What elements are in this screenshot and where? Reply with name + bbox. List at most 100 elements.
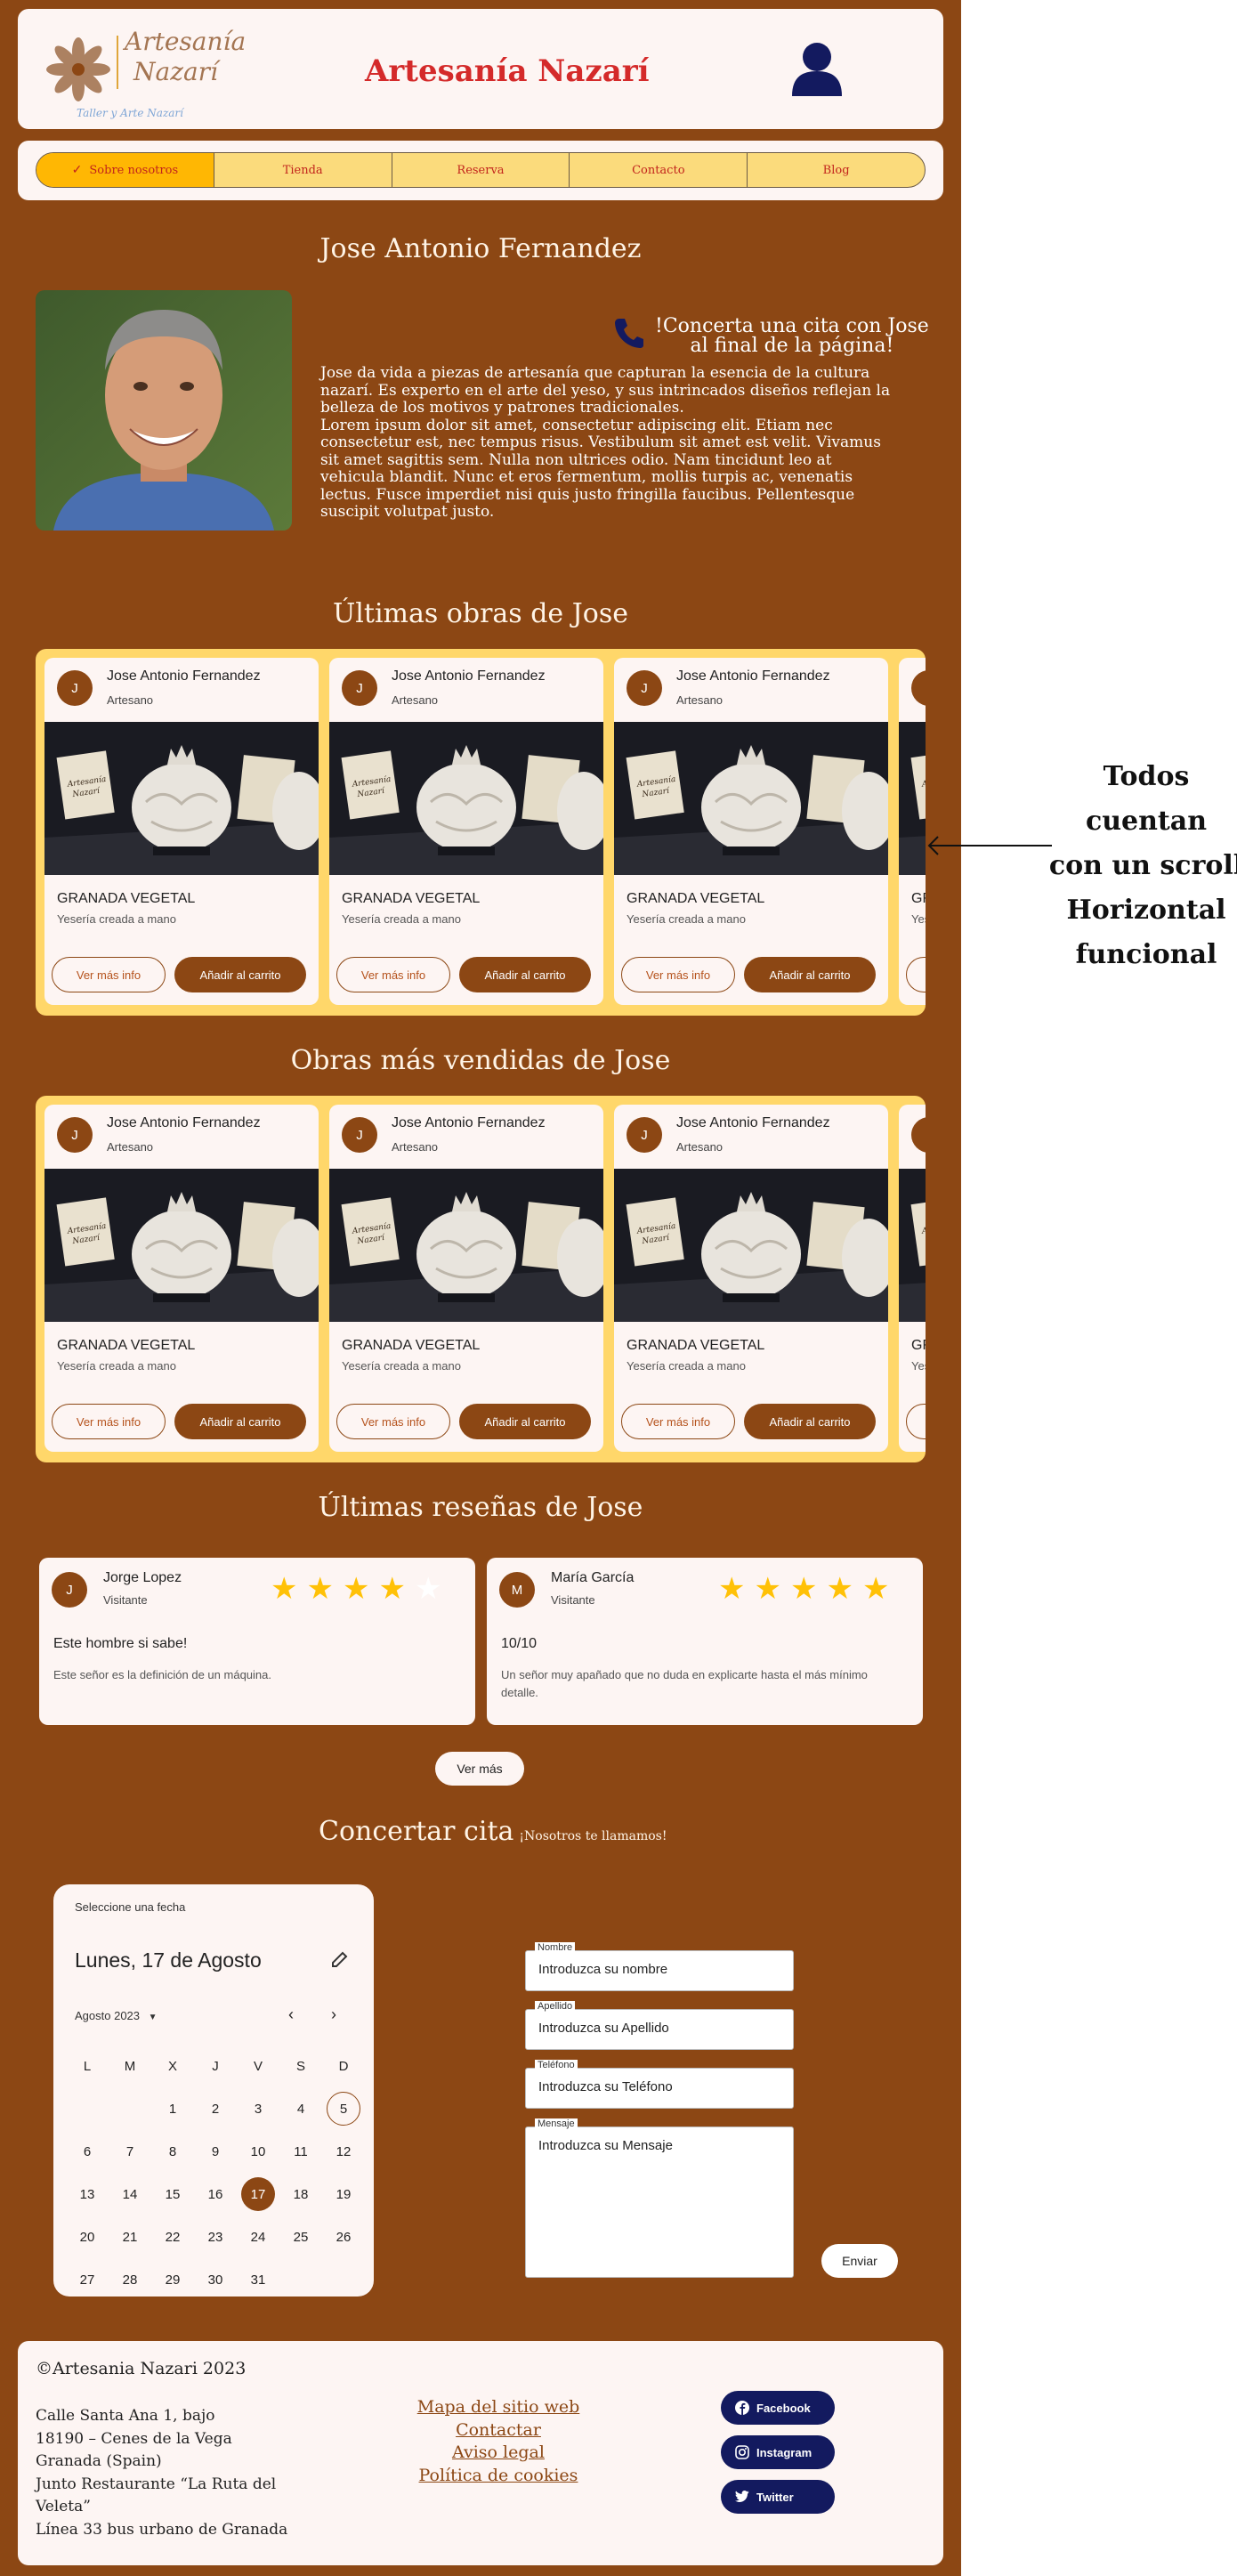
- calendar-day[interactable]: 29: [151, 2258, 194, 2301]
- chevron-left-icon[interactable]: ‹: [288, 2005, 294, 2024]
- calendar-day[interactable]: 13: [66, 2173, 109, 2216]
- calendar-day[interactable]: 23: [194, 2216, 237, 2258]
- user-account-icon[interactable]: [790, 41, 844, 101]
- chevron-right-icon[interactable]: ›: [331, 2005, 336, 2024]
- more-info-button[interactable]: Ver más info: [621, 1404, 735, 1439]
- card-title: GRANADA VEGETAL: [627, 1338, 765, 1353]
- add-to-cart-button[interactable]: Añadir al carrito: [744, 1404, 876, 1439]
- add-to-cart-button[interactable]: Añadir al carrito: [459, 957, 591, 992]
- more-info-button[interactable]: Ver más info: [621, 957, 735, 992]
- appointment-heading: Concertar cita: [319, 1816, 514, 1847]
- day-number: 12: [336, 2143, 352, 2159]
- more-info-button[interactable]: Ver más info: [52, 957, 166, 992]
- calendar-day[interactable]: 10: [237, 2130, 279, 2173]
- add-to-cart-button[interactable]: Añadir al carrito: [174, 1404, 306, 1439]
- field-label: Nombre: [535, 1942, 576, 1953]
- appointment-cta[interactable]: !Concerta una cita con Jose al final de …: [614, 317, 929, 356]
- link-legal[interactable]: Aviso legal: [400, 2442, 596, 2465]
- more-reviews-button[interactable]: Ver más: [435, 1752, 524, 1786]
- calendar-day[interactable]: 19: [322, 2173, 365, 2216]
- day-number: 31: [250, 2272, 266, 2288]
- nav-container: ✓ Sobre nosotros Tienda Reserva Contacto…: [18, 141, 943, 200]
- link-sitemap[interactable]: Mapa del sitio web: [400, 2396, 596, 2419]
- apellido-field[interactable]: Apellido Introduzca su Apellido: [525, 2001, 794, 2050]
- nombre-field[interactable]: Nombre Introduzca su nombre: [525, 1942, 794, 1991]
- day-number: 25: [293, 2229, 309, 2245]
- add-to-cart-button[interactable]: Añadir al carrito: [744, 957, 876, 992]
- day-number: 9: [211, 2143, 220, 2159]
- link-contact[interactable]: Contactar: [400, 2419, 596, 2442]
- avatar: J: [342, 1117, 377, 1153]
- day-number: 4: [296, 2101, 305, 2117]
- more-info-button[interactable]: Ver más info: [336, 957, 450, 992]
- calendar-day[interactable]: 28: [109, 2258, 151, 2301]
- nav-item-blog[interactable]: Blog: [748, 153, 925, 187]
- link-cookies[interactable]: Política de cookies: [400, 2465, 596, 2488]
- calendar-day[interactable]: 9: [194, 2130, 237, 2173]
- weekday-header: S: [295, 2058, 305, 2074]
- add-to-cart-button[interactable]: Añadir al carrito: [174, 957, 306, 992]
- card-subtitle: Yesería creada a mano: [57, 912, 176, 926]
- instagram-button[interactable]: Instagram: [721, 2435, 835, 2469]
- calendar-day[interactable]: 25: [279, 2216, 322, 2258]
- calendar-day[interactable]: 20: [66, 2216, 109, 2258]
- day-number: 2: [211, 2101, 220, 2117]
- more-info-button[interactable]: Ver más info: [906, 957, 926, 992]
- nav-item-tienda[interactable]: Tienda: [214, 153, 392, 187]
- best-sellers-carousel[interactable]: J Jose Antonio Fernandez Artesano Artesanía…: [36, 1096, 926, 1462]
- twitter-button[interactable]: Twitter: [721, 2480, 835, 2514]
- facebook-button[interactable]: Facebook: [721, 2391, 835, 2425]
- add-to-cart-button[interactable]: Añadir al carrito: [459, 1404, 591, 1439]
- work-card: J Jose Antonio Fernandez Artesano Artesanía…: [329, 658, 603, 1005]
- artisan-photo: [36, 290, 292, 531]
- calendar-day[interactable]: 1: [151, 2087, 194, 2130]
- calendar-day[interactable]: 22: [151, 2216, 194, 2258]
- calendar-day[interactable]: 21: [109, 2216, 151, 2258]
- work-card: J Jose Antonio Fernandez Artesano Artesanía…: [44, 658, 319, 1005]
- calendar-day[interactable]: 26: [322, 2216, 365, 2258]
- calendar-day[interactable]: 27: [66, 2258, 109, 2301]
- nav-item-contacto[interactable]: Contacto: [570, 153, 748, 187]
- latest-works-title: Últimas obras de Jose: [333, 598, 628, 629]
- nav-item-sobre-nosotros[interactable]: ✓ Sobre nosotros: [36, 153, 214, 187]
- calendar-day[interactable]: 18: [279, 2173, 322, 2216]
- work-image: ArtesaníaNazarí: [614, 1169, 888, 1322]
- day-number: 22: [165, 2229, 181, 2245]
- latest-works-carousel[interactable]: J Jose Antonio Fernandez Artesano Artesanía…: [36, 649, 926, 1016]
- calendar-day[interactable]: 24: [237, 2216, 279, 2258]
- calendar-day[interactable]: 30: [194, 2258, 237, 2301]
- card-role: Artesano: [107, 693, 154, 707]
- calendar-day[interactable]: 5: [322, 2087, 365, 2130]
- day-number: 1: [168, 2101, 177, 2117]
- calendar-day[interactable]: 3: [237, 2087, 279, 2130]
- pencil-icon[interactable]: [331, 1950, 349, 1973]
- day-number: 14: [122, 2186, 138, 2202]
- nav-label: Sobre nosotros: [89, 163, 179, 177]
- submit-button[interactable]: Enviar: [821, 2244, 898, 2278]
- review-body: Un señor muy apañado que no duda en expl…: [501, 1668, 868, 1699]
- site-logo[interactable]: Artesanía Nazarí Taller y Arte Nazarí: [44, 25, 258, 123]
- calendar-day[interactable]: 11: [279, 2130, 322, 2173]
- calendar-day[interactable]: 15: [151, 2173, 194, 2216]
- calendar-day[interactable]: 17: [237, 2173, 279, 2216]
- avatar: M: [499, 1572, 535, 1608]
- calendar-day[interactable]: 31: [237, 2258, 279, 2301]
- calendar-day[interactable]: 14: [109, 2173, 151, 2216]
- calendar-day[interactable]: 8: [151, 2130, 194, 2173]
- month-selector[interactable]: Agosto 2023 ▼: [75, 2009, 158, 2022]
- calendar-day[interactable]: 12: [322, 2130, 365, 2173]
- calendar-day[interactable]: 4: [279, 2087, 322, 2130]
- calendar-day[interactable]: 6: [66, 2130, 109, 2173]
- calendar-day[interactable]: 2: [194, 2087, 237, 2130]
- address: Calle Santa Ana 1, bajo 18190 – Cenes de…: [36, 2405, 311, 2541]
- more-info-button[interactable]: Ver más info: [52, 1404, 166, 1439]
- more-info-button[interactable]: Ver más info: [336, 1404, 450, 1439]
- nav-item-reserva[interactable]: Reserva: [392, 153, 570, 187]
- calendar-day[interactable]: 7: [109, 2130, 151, 2173]
- card-role: Artesano: [676, 1140, 724, 1154]
- site-footer: ©Artesania Nazari 2023 Calle Santa Ana 1…: [18, 2341, 943, 2565]
- calendar-day[interactable]: 16: [194, 2173, 237, 2216]
- more-info-button[interactable]: Ver más info: [906, 1404, 926, 1439]
- mensaje-field[interactable]: Mensaje Introduzca su Mensaje: [525, 2118, 794, 2278]
- telefono-field[interactable]: Teléfono Introduzca su Teléfono: [525, 2060, 794, 2109]
